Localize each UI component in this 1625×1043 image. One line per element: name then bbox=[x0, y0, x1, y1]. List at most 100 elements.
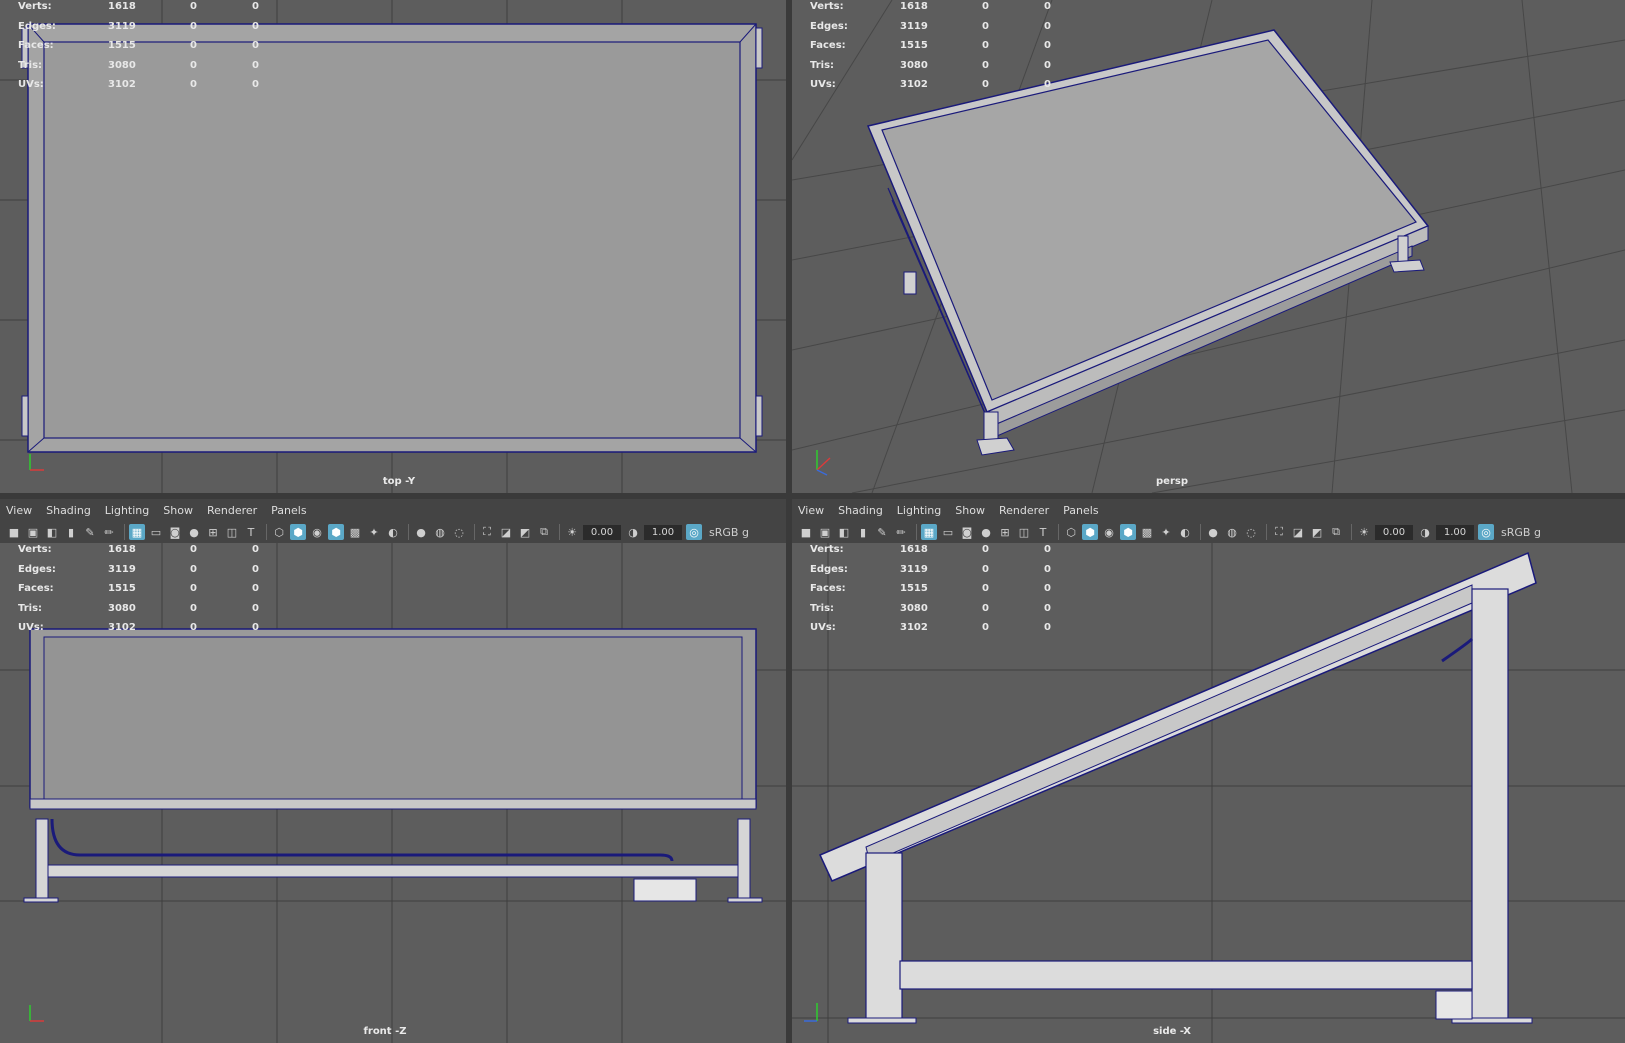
wireframe-icon[interactable]: ⬡ bbox=[271, 524, 287, 540]
exposure-icon: ☀ bbox=[567, 525, 577, 539]
toolbar-separator bbox=[474, 524, 475, 540]
grease-pencil-icon[interactable]: ✏ bbox=[101, 524, 117, 540]
pane-splitter-vertical[interactable] bbox=[786, 0, 792, 1043]
smooth-shade-icon[interactable]: ⬢ bbox=[290, 524, 306, 540]
gamma-field[interactable]: 1.00 bbox=[644, 524, 682, 540]
menu-renderer[interactable]: Renderer bbox=[207, 504, 257, 517]
wireframe-on-shaded-icon[interactable]: ⬢ bbox=[328, 524, 344, 540]
colorspace-dropdown[interactable]: sRGB g bbox=[709, 526, 749, 539]
backface-icon[interactable]: ⧉ bbox=[536, 524, 552, 540]
toolbar-separator bbox=[124, 524, 125, 540]
colorspace-dropdown[interactable]: sRGB g bbox=[1501, 526, 1541, 539]
motion-blur-icon[interactable]: ◍ bbox=[1224, 524, 1240, 540]
bookmark-icon[interactable]: ◧ bbox=[44, 524, 60, 540]
lights-icon[interactable]: ✦ bbox=[366, 524, 382, 540]
shadows-icon[interactable]: ◐ bbox=[1177, 524, 1193, 540]
viewport-persp[interactable]: persp bbox=[792, 0, 1625, 493]
camera-icon[interactable]: ■ bbox=[798, 524, 814, 540]
menu-shading[interactable]: Shading bbox=[838, 504, 883, 517]
lights-icon[interactable]: ✦ bbox=[1158, 524, 1174, 540]
isolate-select-icon[interactable]: ⛶ bbox=[479, 524, 495, 540]
camera-icon[interactable]: ■ bbox=[6, 524, 22, 540]
toolbar-separator bbox=[1351, 524, 1352, 540]
viewport-side[interactable]: side -X bbox=[792, 543, 1625, 1043]
textured-icon[interactable]: ▩ bbox=[347, 524, 363, 540]
pane-splitter-horizontal[interactable] bbox=[0, 493, 1625, 499]
panel-menubar-front: View Shading Lighting Show Renderer Pane… bbox=[0, 499, 786, 521]
panel-toolbar-side: ■ ▣ ◧ ▮ ✎ ✏ ▦ ▭ ◙ ● ⊞ ◫ T ⬡ ⬢ ◉ ⬢ ▩ ✦ ◐ … bbox=[792, 521, 1625, 543]
menu-show[interactable]: Show bbox=[955, 504, 985, 517]
color-management-icon[interactable]: ◎ bbox=[1478, 524, 1494, 540]
gate-mask-icon[interactable]: ● bbox=[978, 524, 994, 540]
panel-header-side: View Shading Lighting Show Renderer Pane… bbox=[792, 499, 1625, 543]
menu-show[interactable]: Show bbox=[163, 504, 193, 517]
toolbar-separator bbox=[1058, 524, 1059, 540]
xray-icon[interactable]: ◪ bbox=[1290, 524, 1306, 540]
backface-icon[interactable]: ⧉ bbox=[1328, 524, 1344, 540]
toolbar-separator bbox=[1266, 524, 1267, 540]
gate-mask-icon[interactable]: ● bbox=[186, 524, 202, 540]
film-gate-icon[interactable]: ▭ bbox=[148, 524, 164, 540]
menu-panels[interactable]: Panels bbox=[1063, 504, 1098, 517]
exposure-field[interactable]: 0.00 bbox=[583, 524, 621, 540]
grid-icon[interactable]: ▦ bbox=[921, 524, 937, 540]
ambient-occlusion-icon[interactable]: ● bbox=[413, 524, 429, 540]
default-material-icon[interactable]: ◉ bbox=[1101, 524, 1117, 540]
anti-alias-icon[interactable]: ◌ bbox=[451, 524, 467, 540]
side-view-scene bbox=[792, 543, 1625, 1043]
resolution-gate-icon[interactable]: ◙ bbox=[959, 524, 975, 540]
camera-label-front: front -Z bbox=[363, 1026, 407, 1037]
safe-title-icon[interactable]: T bbox=[1035, 524, 1051, 540]
anti-alias-icon[interactable]: ◌ bbox=[1243, 524, 1259, 540]
menu-lighting[interactable]: Lighting bbox=[897, 504, 941, 517]
shadows-icon[interactable]: ◐ bbox=[385, 524, 401, 540]
film-gate-icon[interactable]: ▭ bbox=[940, 524, 956, 540]
panel-header-front: View Shading Lighting Show Renderer Pane… bbox=[0, 499, 786, 543]
safe-action-icon[interactable]: ◫ bbox=[1016, 524, 1032, 540]
toolbar-separator bbox=[1200, 524, 1201, 540]
panel-menubar-side: View Shading Lighting Show Renderer Pane… bbox=[792, 499, 1625, 521]
grid-icon[interactable]: ▦ bbox=[129, 524, 145, 540]
image-plane-icon[interactable]: ▮ bbox=[63, 524, 79, 540]
bookmark-icon[interactable]: ◧ bbox=[836, 524, 852, 540]
xray-icon[interactable]: ◪ bbox=[498, 524, 514, 540]
xray-joints-icon[interactable]: ◩ bbox=[517, 524, 533, 540]
camera-label-top: top -Y bbox=[382, 476, 416, 487]
camera-lock-icon[interactable]: ▣ bbox=[25, 524, 41, 540]
field-chart-icon[interactable]: ⊞ bbox=[997, 524, 1013, 540]
field-chart-icon[interactable]: ⊞ bbox=[205, 524, 221, 540]
viewport-top[interactable]: top -Y bbox=[0, 0, 786, 493]
exposure-icon: ☀ bbox=[1359, 525, 1369, 539]
menu-view[interactable]: View bbox=[6, 504, 32, 517]
color-management-icon[interactable]: ◎ bbox=[686, 524, 702, 540]
gamma-icon: ◑ bbox=[628, 525, 638, 539]
grease-pencil-icon[interactable]: ✏ bbox=[893, 524, 909, 540]
image-plane-icon[interactable]: ▮ bbox=[855, 524, 871, 540]
resolution-gate-icon[interactable]: ◙ bbox=[167, 524, 183, 540]
pin-icon[interactable]: ✎ bbox=[82, 524, 98, 540]
wireframe-on-shaded-icon[interactable]: ⬢ bbox=[1120, 524, 1136, 540]
gamma-icon: ◑ bbox=[1420, 525, 1430, 539]
persp-view-scene bbox=[792, 0, 1625, 493]
pin-icon[interactable]: ✎ bbox=[874, 524, 890, 540]
smooth-shade-icon[interactable]: ⬢ bbox=[1082, 524, 1098, 540]
wireframe-icon[interactable]: ⬡ bbox=[1063, 524, 1079, 540]
menu-shading[interactable]: Shading bbox=[46, 504, 91, 517]
default-material-icon[interactable]: ◉ bbox=[309, 524, 325, 540]
ambient-occlusion-icon[interactable]: ● bbox=[1205, 524, 1221, 540]
front-view-scene bbox=[0, 543, 786, 1043]
motion-blur-icon[interactable]: ◍ bbox=[432, 524, 448, 540]
safe-title-icon[interactable]: T bbox=[243, 524, 259, 540]
menu-view[interactable]: View bbox=[798, 504, 824, 517]
menu-lighting[interactable]: Lighting bbox=[105, 504, 149, 517]
gamma-field[interactable]: 1.00 bbox=[1436, 524, 1474, 540]
menu-renderer[interactable]: Renderer bbox=[999, 504, 1049, 517]
xray-joints-icon[interactable]: ◩ bbox=[1309, 524, 1325, 540]
viewport-front[interactable]: front -Z bbox=[0, 543, 786, 1043]
textured-icon[interactable]: ▩ bbox=[1139, 524, 1155, 540]
safe-action-icon[interactable]: ◫ bbox=[224, 524, 240, 540]
exposure-field[interactable]: 0.00 bbox=[1375, 524, 1413, 540]
isolate-select-icon[interactable]: ⛶ bbox=[1271, 524, 1287, 540]
menu-panels[interactable]: Panels bbox=[271, 504, 306, 517]
camera-lock-icon[interactable]: ▣ bbox=[817, 524, 833, 540]
